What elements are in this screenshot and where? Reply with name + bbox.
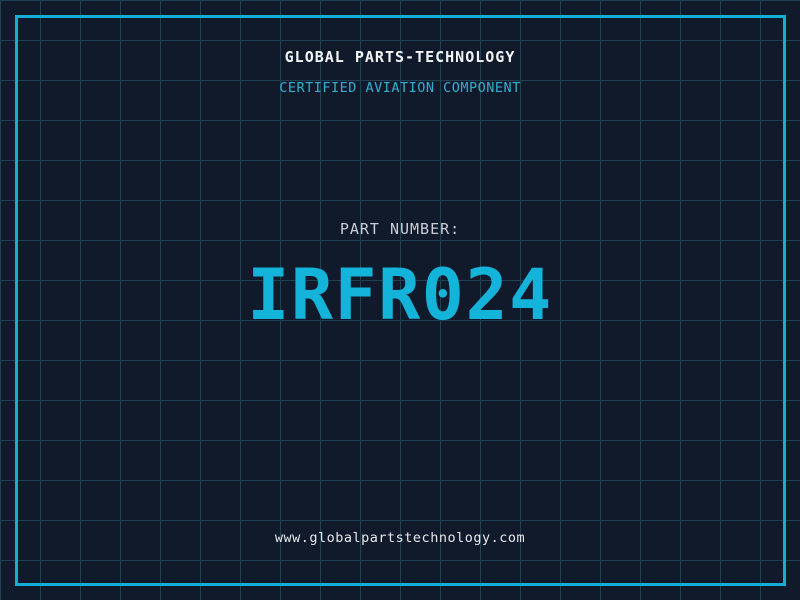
company-title: GLOBAL PARTS-TECHNOLOGY bbox=[0, 48, 800, 66]
certification-subtitle: CERTIFIED AVIATION COMPONENT bbox=[0, 80, 800, 96]
website-url: www.globalpartstechnology.com bbox=[0, 530, 800, 546]
part-number-label: PART NUMBER: bbox=[0, 220, 800, 238]
part-number-value: IRFR024 bbox=[0, 260, 800, 330]
